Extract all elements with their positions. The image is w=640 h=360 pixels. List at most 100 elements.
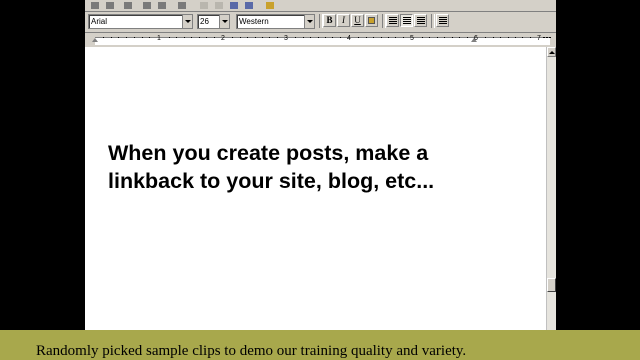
ruler-tick — [429, 37, 430, 38]
ruler-tick — [381, 37, 382, 38]
align-right-icon — [417, 17, 425, 24]
ruler-tick — [184, 37, 185, 38]
ruler-tick — [530, 37, 531, 38]
ruler-number: 3 — [284, 35, 288, 42]
ruler-tick — [358, 37, 359, 38]
ruler-tick — [149, 37, 150, 38]
toolbar-separator — [431, 14, 435, 28]
ruler-tick — [403, 37, 404, 38]
cut-icon[interactable] — [197, 0, 211, 11]
ruler-number: 7 — [537, 35, 541, 42]
ruler-tick — [134, 37, 135, 38]
insert-object-icon[interactable] — [263, 0, 277, 11]
ruler-tick — [366, 37, 367, 38]
ruler-tick — [111, 37, 112, 38]
ruler-tick — [422, 37, 423, 38]
ruler-tick — [310, 37, 311, 38]
script-select[interactable]: Western — [236, 14, 315, 29]
scroll-thumb[interactable] — [547, 278, 556, 292]
save-icon[interactable] — [121, 0, 135, 11]
ruler-tick — [500, 37, 501, 38]
text-line[interactable]: linkback to your site, blog, etc... — [108, 167, 508, 195]
ruler-tick — [544, 37, 545, 38]
ruler-tick — [295, 37, 296, 38]
document-text[interactable]: When you create posts, make a linkback t… — [108, 139, 508, 195]
bullets-button[interactable] — [436, 14, 449, 27]
vertical-scrollbar[interactable] — [546, 47, 556, 330]
ruler-number: 5 — [410, 35, 414, 42]
word-processor-window: Arial 26 Western B I U 1 2 3 4 5 6 7 Whe… — [85, 0, 556, 330]
standard-toolbar — [85, 0, 556, 12]
ruler-tick — [318, 37, 319, 38]
font-name-value: Arial — [91, 17, 108, 26]
align-center-icon — [403, 17, 411, 24]
font-size-value: 26 — [200, 17, 209, 26]
ruler-tick — [240, 37, 241, 38]
ruler-tick — [118, 37, 119, 38]
ruler-tick — [515, 37, 516, 38]
align-left-icon — [389, 17, 397, 24]
open-icon[interactable] — [103, 0, 117, 11]
ruler-number: 4 — [347, 35, 351, 42]
ruler-tick — [206, 37, 207, 38]
highlight-button[interactable] — [365, 14, 378, 27]
text-line[interactable]: When you create posts, make a — [108, 139, 508, 167]
ruler-tick — [444, 37, 445, 38]
undo-icon[interactable] — [242, 0, 256, 11]
ruler-tick — [214, 37, 215, 38]
chevron-down-icon[interactable] — [304, 15, 314, 28]
ruler-tick — [547, 37, 548, 38]
highlighter-icon — [368, 17, 375, 24]
ruler-tick — [388, 37, 389, 38]
ruler-tick — [452, 37, 453, 38]
ruler-tick — [508, 37, 509, 38]
font-size-select[interactable]: 26 — [197, 14, 230, 29]
ruler-tick — [142, 37, 143, 38]
caption-text: Randomly picked sample clips to demo our… — [36, 343, 467, 359]
ruler-number: 6 — [474, 35, 478, 42]
ruler-tick — [325, 37, 326, 38]
ruler-tick — [199, 37, 200, 38]
ruler-tick — [395, 37, 396, 38]
ruler-tick — [232, 37, 233, 38]
chevron-down-icon[interactable] — [219, 15, 229, 28]
ruler-tick — [176, 37, 177, 38]
ruler-tick — [437, 37, 438, 38]
copy-icon[interactable] — [212, 0, 226, 11]
ruler-tick — [550, 37, 551, 38]
ruler-tick — [459, 37, 460, 38]
print-icon[interactable] — [140, 0, 154, 11]
ruler-tick — [191, 37, 192, 38]
bold-button[interactable]: B — [323, 14, 336, 27]
caption-bar: Randomly picked sample clips to demo our… — [0, 330, 640, 360]
underline-button[interactable]: U — [351, 14, 364, 27]
new-document-icon[interactable] — [88, 0, 102, 11]
align-center-button[interactable] — [400, 14, 413, 27]
bullet-list-icon — [439, 17, 447, 24]
left-indent-marker[interactable] — [92, 38, 98, 42]
paste-icon[interactable] — [227, 0, 241, 11]
ruler-tick — [126, 37, 127, 38]
font-name-select[interactable]: Arial — [88, 14, 193, 29]
ruler-tick — [247, 37, 248, 38]
ruler-tick — [262, 37, 263, 38]
chevron-down-icon[interactable] — [182, 15, 192, 28]
ruler-number: 1 — [157, 35, 161, 42]
ruler-tick — [169, 37, 170, 38]
print-preview-icon[interactable] — [155, 0, 169, 11]
align-left-button[interactable] — [386, 14, 399, 27]
ruler-tick — [255, 37, 256, 38]
italic-button[interactable]: I — [337, 14, 350, 27]
scroll-up-icon[interactable] — [547, 47, 556, 57]
ruler-strip — [95, 37, 550, 45]
ruler-tick — [373, 37, 374, 38]
find-icon[interactable] — [175, 0, 189, 11]
ruler[interactable]: 1 2 3 4 5 6 7 — [85, 32, 556, 47]
formatting-toolbar: Arial 26 Western B I U — [85, 12, 556, 31]
ruler-number: 2 — [221, 35, 225, 42]
ruler-tick — [103, 37, 104, 38]
document-page[interactable]: When you create posts, make a linkback t… — [85, 47, 546, 330]
ruler-tick — [332, 37, 333, 38]
ruler-tick — [303, 37, 304, 38]
align-right-button[interactable] — [414, 14, 427, 27]
